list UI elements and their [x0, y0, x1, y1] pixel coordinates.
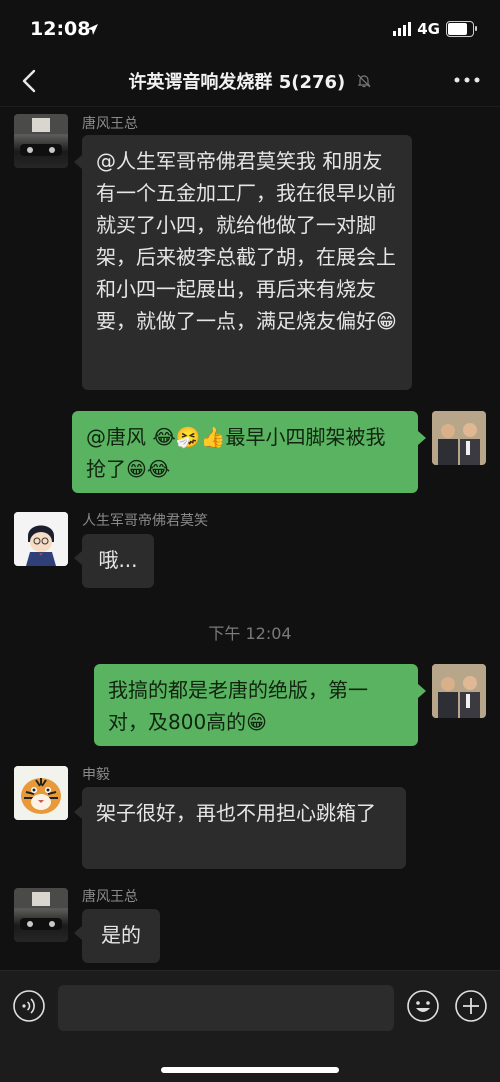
network-type: 4G	[417, 20, 440, 38]
message-input[interactable]	[58, 985, 394, 1031]
bell-slash-icon	[356, 73, 372, 94]
plus-button[interactable]	[454, 989, 488, 1023]
chat-timestamp: 下午 12:04	[208, 624, 292, 643]
sender-name: 唐风王总	[82, 889, 138, 905]
emoji-button[interactable]	[406, 989, 440, 1023]
plus-circle-icon	[455, 990, 487, 1022]
bubble-tail	[74, 805, 82, 819]
voice-button[interactable]	[12, 989, 46, 1023]
bubble-tail	[74, 155, 82, 169]
avatar-tiger[interactable]	[14, 766, 68, 820]
message-bubble[interactable]: 我搞的都是老唐的绝版，第一对，及800高的😁	[94, 664, 418, 746]
bubble-tail	[74, 551, 82, 565]
bubble-tail	[418, 431, 426, 445]
message-bubble[interactable]: 是的	[82, 909, 160, 963]
smiley-icon	[407, 990, 439, 1022]
avatar-tangfeng[interactable]	[14, 888, 68, 942]
status-time: 12:08	[30, 18, 91, 40]
battery-icon	[446, 21, 477, 37]
avatar-tangfeng[interactable]	[14, 114, 68, 168]
avatar-self[interactable]	[432, 411, 486, 465]
chat-title: 许英谔音响发烧群 5(276)	[0, 68, 500, 94]
message-bubble[interactable]: @唐风 😂🤧👍最早小四脚架被我抢了😁😂	[72, 411, 418, 493]
more-button[interactable]	[452, 68, 482, 92]
voice-icon	[13, 990, 45, 1022]
home-indicator[interactable]	[161, 1067, 339, 1073]
more-dots-icon	[454, 77, 480, 83]
bubble-tail	[74, 926, 82, 940]
status-bar: 12:08 4G	[0, 0, 500, 60]
avatar-conan[interactable]	[14, 512, 68, 566]
bubble-tail	[418, 684, 426, 698]
signal-icon	[393, 22, 412, 36]
avatar-self[interactable]	[432, 664, 486, 718]
location-arrow-icon	[86, 21, 99, 40]
message-bubble[interactable]: 架子很好，再也不用担心跳箱了	[82, 787, 406, 869]
message-bubble[interactable]: 哦...	[82, 534, 154, 588]
input-bar	[0, 970, 500, 1082]
sender-name: 人生军哥帝佛君莫笑	[82, 513, 208, 529]
nav-bar: 许英谔音响发烧群 5(276)	[0, 56, 500, 107]
chat-title-text: 许英谔音响发烧群 5(276)	[128, 72, 346, 93]
sender-name: 唐风王总	[82, 116, 138, 132]
status-indicators: 4G	[393, 20, 477, 38]
message-bubble[interactable]: @人生军哥帝佛君莫笑我 和朋友有一个五金加工厂，我在很早以前就买了小四，就给他做…	[82, 135, 412, 390]
chat-screen: 12:08 4G 许英谔音响发烧群 5(276) 唐风王总 @人生军哥帝佛君莫笑…	[0, 0, 500, 1082]
sender-name: 申毅	[82, 767, 110, 783]
